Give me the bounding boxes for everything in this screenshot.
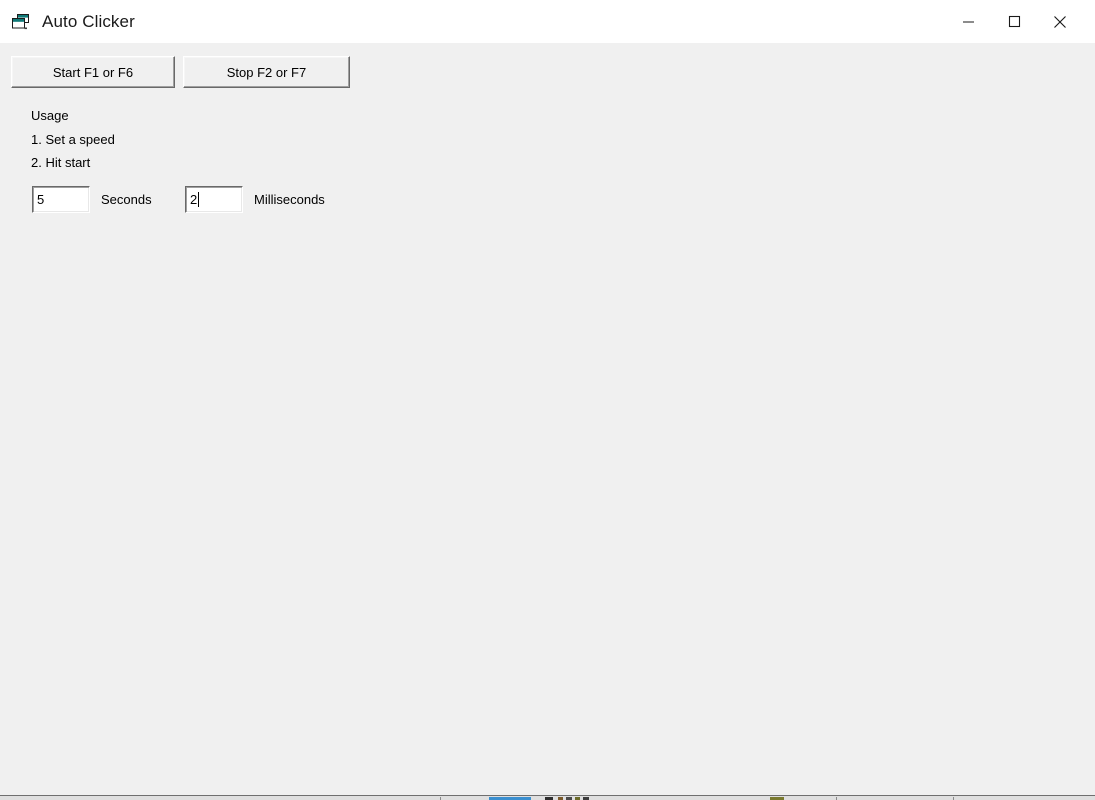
speed-settings-row: 5 Seconds 2 Milliseconds: [0, 186, 1095, 216]
milliseconds-input[interactable]: 2: [185, 186, 243, 213]
title-bar-left: Auto Clicker: [0, 0, 945, 43]
milliseconds-label: Milliseconds: [254, 192, 325, 207]
title-bar[interactable]: Auto Clicker: [0, 0, 1095, 43]
usage-instructions: Usage 1. Set a speed 2. Hit start: [31, 104, 115, 175]
seconds-input-value: 5: [37, 192, 45, 207]
window-controls: [945, 0, 1083, 43]
maximize-button[interactable]: [991, 0, 1037, 43]
close-button[interactable]: [1037, 0, 1083, 43]
window-title: Auto Clicker: [42, 11, 135, 31]
start-button[interactable]: Start F1 or F6: [11, 56, 175, 88]
app-form-icon: [10, 11, 32, 33]
minimize-icon: [962, 15, 975, 28]
minimize-button[interactable]: [945, 0, 991, 43]
seconds-input[interactable]: 5: [32, 186, 90, 213]
usage-step-2: 2. Hit start: [31, 155, 91, 170]
usage-step-1: 1. Set a speed: [31, 131, 115, 147]
maximize-icon: [1008, 15, 1021, 28]
usage-heading: Usage: [31, 108, 69, 123]
auto-clicker-window: Auto Clicker Start F1 or F6 Stop F2 or F…: [0, 0, 1095, 800]
client-area: Start F1 or F6 Stop F2 or F7 Usage 1. Se…: [0, 43, 1095, 798]
close-icon: [1053, 15, 1067, 29]
taskbar-sliver[interactable]: [0, 795, 1095, 800]
text-caret: [198, 192, 200, 207]
stop-button[interactable]: Stop F2 or F7: [183, 56, 350, 88]
seconds-label: Seconds: [101, 192, 152, 207]
milliseconds-input-value: 2: [190, 192, 198, 207]
